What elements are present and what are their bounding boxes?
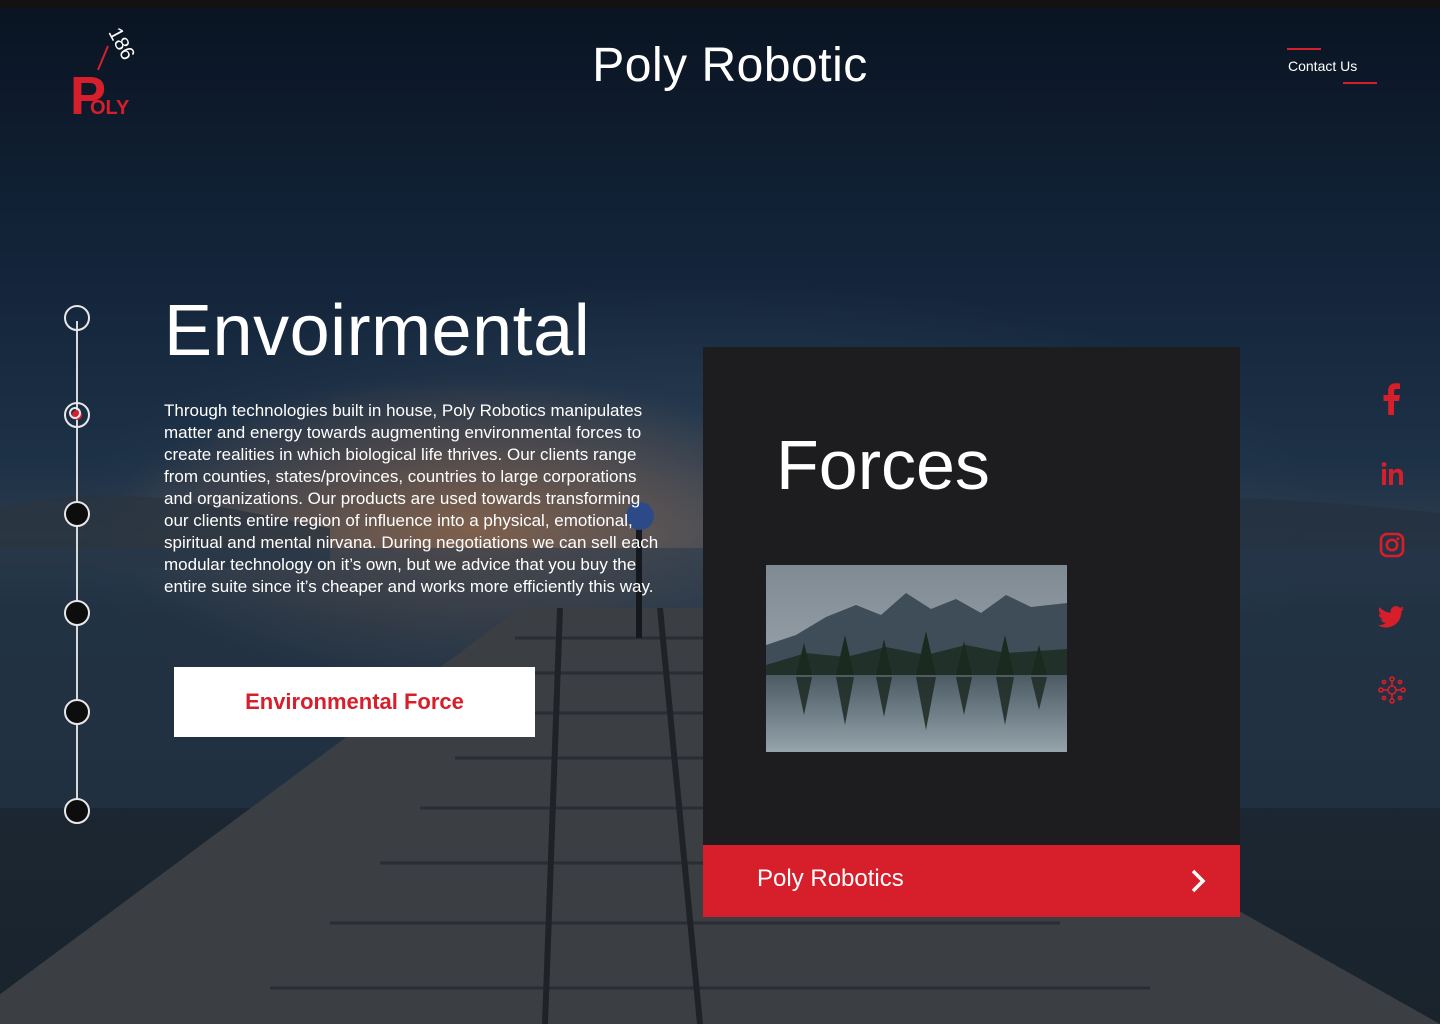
top-bar bbox=[0, 0, 1440, 8]
instagram-icon[interactable] bbox=[1372, 526, 1412, 566]
section-stepper bbox=[62, 305, 92, 825]
poly-robotics-link[interactable]: Poly Robotics bbox=[703, 845, 1240, 917]
step-3[interactable] bbox=[64, 501, 90, 527]
site-title: Poly Robotic bbox=[592, 39, 868, 92]
step-1[interactable] bbox=[64, 305, 90, 331]
step-6[interactable] bbox=[64, 798, 90, 824]
twitter-icon[interactable] bbox=[1372, 597, 1412, 637]
stepper-rail bbox=[76, 321, 78, 811]
card-title: Forces bbox=[776, 426, 990, 504]
step-4[interactable] bbox=[64, 600, 90, 626]
mountain-lake-photo bbox=[766, 565, 1067, 752]
hero-body-text: Through technologies built in house, Pol… bbox=[164, 401, 659, 596]
accent-line bbox=[1287, 48, 1321, 50]
facebook-icon[interactable] bbox=[1372, 379, 1412, 419]
card-footer-label: Poly Robotics bbox=[757, 865, 904, 892]
linkedin-icon[interactable] bbox=[1372, 455, 1412, 495]
network-icon[interactable] bbox=[1372, 671, 1412, 711]
environmental-force-button[interactable]: Environmental Force bbox=[174, 667, 535, 737]
step-5[interactable] bbox=[64, 699, 90, 725]
hero-heading: Envoirmental bbox=[164, 291, 591, 371]
chevron-right-icon bbox=[1191, 869, 1206, 893]
forces-card: Forces Poly Robotics bbox=[703, 347, 1240, 917]
accent-line bbox=[1343, 82, 1377, 84]
contact-us-link[interactable]: Contact Us bbox=[1280, 48, 1380, 86]
contact-us-label: Contact Us bbox=[1288, 58, 1358, 74]
step-2-active[interactable] bbox=[64, 402, 90, 428]
svg-text:OLY: OLY bbox=[90, 97, 130, 119]
